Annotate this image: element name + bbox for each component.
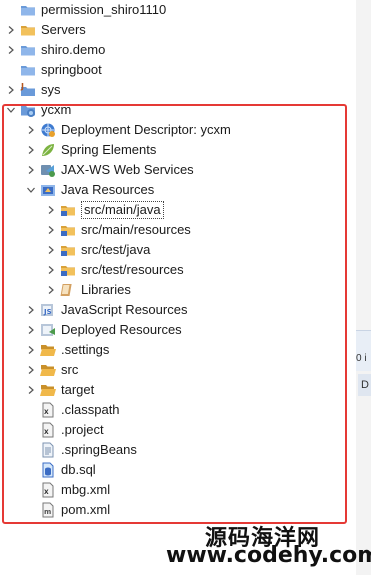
watermark-url: www.codehy.com <box>166 543 371 568</box>
highlight-rectangle <box>2 104 347 524</box>
tree-item-label: springboot <box>41 62 102 77</box>
side-panel-tab-secondary[interactable]: D <box>358 374 371 396</box>
side-tab2-label: D <box>361 379 369 391</box>
java-project-icon: J <box>20 82 36 98</box>
svg-text:J: J <box>20 82 24 91</box>
tree-item-label: permission_shiro1110 <box>41 2 167 17</box>
tree-item-project-springboot[interactable]: springboot <box>6 60 102 80</box>
side-panel-tab[interactable]: 0 i <box>356 330 371 371</box>
tree-item-project-sys[interactable]: Jsys <box>6 80 61 100</box>
project-folder-icon <box>20 62 36 78</box>
folder-icon <box>20 22 36 38</box>
tree-item-project-shiro-demo[interactable]: shiro.demo <box>6 40 105 60</box>
tree-item-label: Servers <box>41 22 86 37</box>
project-folder-icon <box>20 42 36 58</box>
side-tab-label: 0 i <box>356 353 367 364</box>
tree-item-label: sys <box>41 82 61 97</box>
chevron-placeholder <box>6 0 16 20</box>
tree-item-label: shiro.demo <box>41 42 106 57</box>
chevron-placeholder <box>6 60 16 80</box>
chevron-right-icon[interactable] <box>6 20 16 40</box>
tree-item-project-permission-shiro[interactable]: permission_shiro1110 <box>6 0 166 20</box>
chevron-right-icon[interactable] <box>6 40 16 60</box>
chevron-right-icon[interactable] <box>6 80 16 100</box>
side-panel-strip <box>356 0 371 575</box>
project-folder-icon <box>20 2 36 18</box>
tree-item-project-servers[interactable]: Servers <box>6 20 86 40</box>
